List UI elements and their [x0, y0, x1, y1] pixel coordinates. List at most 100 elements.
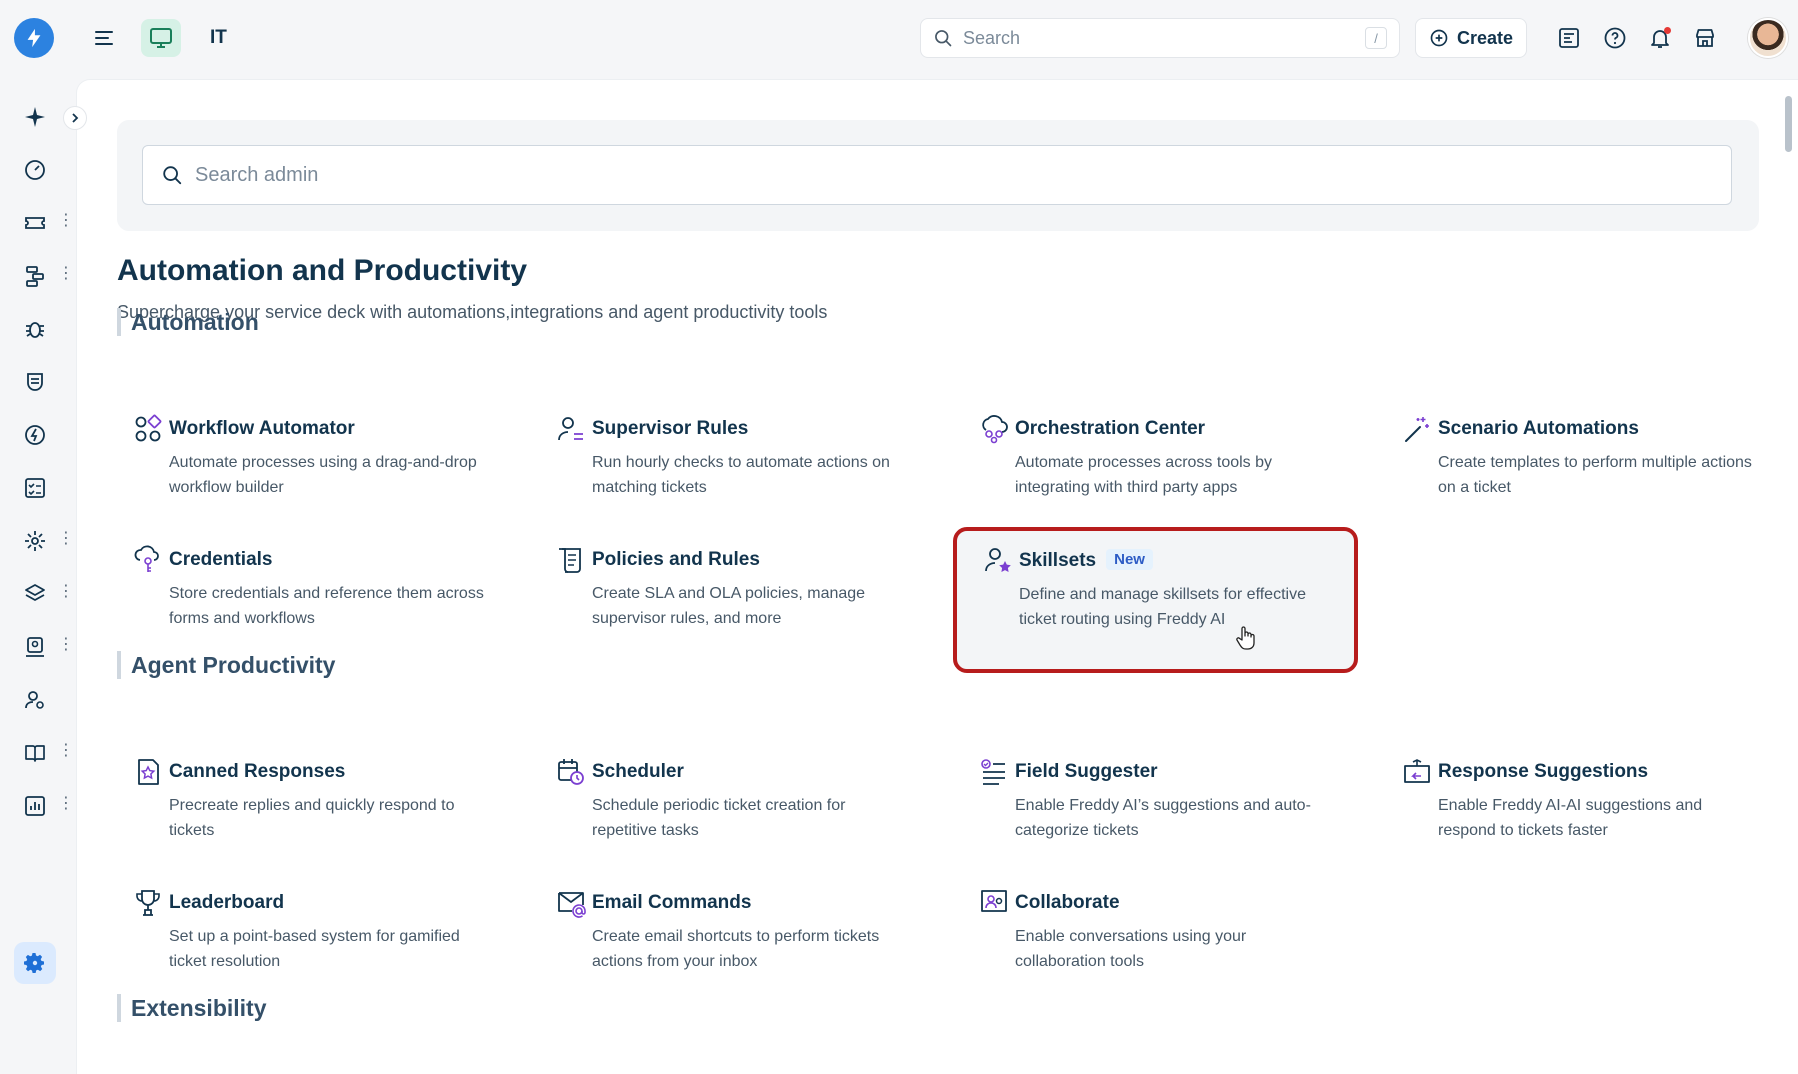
card-title: Policies and Rules [592, 549, 760, 570]
create-button[interactable]: Create [1415, 18, 1527, 58]
top-bar: IT Search / Create [0, 0, 1798, 76]
page-scrollbar-thumb[interactable] [1785, 96, 1792, 152]
sidebar-assets-icon[interactable] [14, 414, 56, 456]
field-suggester-icon [981, 759, 1005, 785]
create-label: Create [1456, 27, 1514, 48]
card-supervisor-rules[interactable]: Supervisor Rules Run hourly checks to au… [540, 404, 920, 534]
workflow-icon [135, 414, 162, 442]
card-title: Scenario Automations [1438, 418, 1639, 439]
email-command-icon [558, 892, 586, 918]
card-title: Field Suggester [1015, 761, 1158, 782]
sidebar-changes-more-icon[interactable]: ⋮ [58, 265, 74, 283]
card-email-commands[interactable]: Email Commands Create email shortcuts to… [540, 878, 920, 1008]
sidebar-dashboard-icon[interactable] [14, 149, 56, 191]
sidebar-integrations-icon[interactable] [14, 520, 56, 562]
card-field-suggester[interactable]: Field Suggester Enable Freddy AI’s sugge… [963, 747, 1343, 877]
global-search-placeholder: Search [963, 27, 1021, 48]
admin-search-input[interactable] [195, 163, 1713, 187]
sidebar-layers-icon[interactable] [14, 573, 56, 615]
global-search[interactable]: Search / [920, 18, 1400, 58]
section-title-extensibility: Extensibility [117, 994, 266, 1022]
hand-cursor-icon [1236, 626, 1255, 650]
card-title-row: Skillsets New [1019, 549, 1153, 572]
card-response-suggestions[interactable]: Response Suggestions Enable Freddy AI-AI… [1386, 747, 1766, 877]
admin-search-box[interactable] [142, 145, 1732, 205]
notification-dot [1664, 27, 1671, 34]
card-scheduler[interactable]: Scheduler Schedule periodic ticket creat… [540, 747, 920, 877]
left-sidebar: ⋮ ⋮ ⋮ ⋮ ⋮ ⋮ ⋮ [0, 76, 76, 1074]
card-description: Run hourly checks to automate actions on… [592, 454, 890, 496]
sidebar-users-icon[interactable] [14, 679, 56, 721]
sidebar-tickets-more-icon[interactable]: ⋮ [58, 212, 74, 230]
card-description: Schedule periodic ticket creation for re… [592, 797, 846, 839]
sidebar-integrations-more-icon[interactable]: ⋮ [58, 530, 74, 548]
card-title: Skillsets [1019, 550, 1097, 571]
sidebar-solutions-book-icon[interactable] [14, 732, 56, 774]
card-title: Collaborate [1015, 892, 1120, 913]
notification-bell-icon[interactable] [1648, 26, 1672, 50]
card-description: Automate processes across tools by integ… [1015, 454, 1273, 496]
card-title: Workflow Automator [169, 418, 355, 439]
card-title: Canned Responses [169, 761, 346, 782]
search-shortcut-key: / [1365, 27, 1387, 49]
workspace-monitor-icon[interactable] [141, 19, 181, 57]
collaborate-icon [981, 890, 1007, 912]
user-avatar[interactable] [1748, 18, 1788, 58]
card-description: Store credentials and reference them acr… [169, 585, 484, 627]
skillset-icon [985, 548, 1011, 572]
section-title-agent-productivity: Agent Productivity [117, 651, 335, 679]
supervisor-icon [558, 417, 583, 441]
workspace-label[interactable]: IT [210, 27, 227, 49]
orchestration-icon [982, 415, 1008, 444]
trophy-icon [136, 890, 160, 916]
card-leaderboard[interactable]: Leaderboard Set up a point-based system … [117, 878, 497, 1008]
menu-icon[interactable] [92, 26, 116, 50]
canned-response-icon [138, 759, 159, 785]
sidebar-tasks-icon[interactable] [14, 467, 56, 509]
sidebar-changes-icon[interactable] [14, 255, 56, 297]
main-panel: Automation and Productivity Supercharge … [76, 79, 1798, 1074]
sidebar-expand-chevron-icon[interactable] [63, 106, 87, 130]
card-description: Automate processes using a drag-and-drop… [169, 454, 477, 496]
help-icon[interactable] [1603, 26, 1627, 50]
sidebar-solutions-more-icon[interactable]: ⋮ [58, 742, 74, 760]
card-description: Enable conversations using your collabor… [1015, 928, 1247, 970]
card-skillsets[interactable]: Skillsets New Define and manage skillsets… [953, 527, 1358, 673]
card-title: Orchestration Center [1015, 418, 1206, 439]
card-title: Response Suggestions [1438, 761, 1649, 782]
card-canned-responses[interactable]: Canned Responses Precreate replies and q… [117, 747, 497, 877]
sidebar-tickets-icon[interactable] [14, 202, 56, 244]
card-collaborate[interactable]: Collaborate Enable conversations using y… [963, 878, 1343, 1008]
page-title: Automation and Productivity [117, 254, 528, 287]
sidebar-contacts-icon[interactable] [14, 626, 56, 668]
card-title: Supervisor Rules [592, 418, 749, 439]
sidebar-contacts-more-icon[interactable]: ⋮ [58, 636, 74, 654]
card-credentials[interactable]: Credentials Store credentials and refere… [117, 535, 497, 665]
card-scenario-automations[interactable]: Scenario Automations Create templates to… [1386, 404, 1766, 534]
plus-circle-icon [1430, 29, 1448, 47]
sidebar-problems-bug-icon[interactable] [14, 308, 56, 350]
reports-icon[interactable] [1557, 26, 1581, 50]
sidebar-releases-icon[interactable] [14, 361, 56, 403]
sidebar-analytics-more-icon[interactable]: ⋮ [58, 795, 74, 813]
card-description: Create email shortcuts to perform ticket… [592, 928, 880, 970]
card-title: Credentials [169, 549, 273, 570]
card-workflow-automator[interactable]: Workflow Automator Automate processes us… [117, 404, 497, 534]
freshservice-logo-icon[interactable] [14, 18, 54, 58]
sidebar-freddy-ai-icon[interactable] [14, 96, 56, 138]
search-icon [163, 166, 182, 185]
sidebar-layers-more-icon[interactable]: ⋮ [58, 583, 74, 601]
card-description: Create SLA and OLA policies, manage supe… [592, 585, 866, 627]
marketplace-store-icon[interactable] [1693, 26, 1717, 50]
card-description: Define and manage skillsets for effectiv… [1019, 586, 1306, 628]
card-description: Create templates to perform multiple act… [1438, 454, 1752, 496]
new-badge: New [1106, 549, 1153, 570]
sidebar-admin-gear-icon[interactable] [14, 942, 56, 984]
section-title-automation: Automation [117, 308, 259, 336]
magic-wand-icon [1405, 417, 1429, 442]
credentials-icon [134, 545, 159, 572]
card-policies-and-rules[interactable]: Policies and Rules Create SLA and OLA po… [540, 535, 920, 665]
sidebar-analytics-icon[interactable] [14, 785, 56, 827]
calendar-clock-icon [558, 759, 584, 785]
card-orchestration-center[interactable]: Orchestration Center Automate processes … [963, 404, 1343, 534]
